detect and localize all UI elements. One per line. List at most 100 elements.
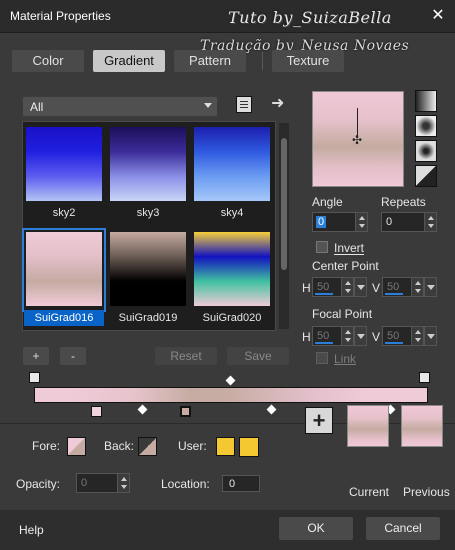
gradient-editor-bar[interactable] xyxy=(34,387,428,403)
user-label: User: xyxy=(178,439,207,453)
chevron-down-icon[interactable] xyxy=(424,326,437,346)
gallery-item-suigrad019[interactable]: SuiGrad019 xyxy=(108,230,188,324)
spin-arrows-icon[interactable] xyxy=(411,278,423,296)
help-button[interactable]: Help xyxy=(19,523,44,537)
arrow-right-icon[interactable]: ➜ xyxy=(271,93,284,113)
value-bar xyxy=(385,342,403,344)
gallery-item-label: sky2 xyxy=(52,207,76,219)
focal-h-value[interactable]: 50 xyxy=(317,330,329,342)
repeats-spinner[interactable]: 0 xyxy=(381,212,437,232)
angle-value[interactable]: 0 xyxy=(316,216,327,228)
opacity-value[interactable]: 0 xyxy=(81,477,87,489)
repeats-value[interactable]: 0 xyxy=(386,216,392,228)
tab-gradient[interactable]: Gradient xyxy=(93,50,165,72)
swatch xyxy=(110,232,186,306)
previous-swatch[interactable] xyxy=(401,405,443,447)
value-bar xyxy=(385,293,403,295)
save-button[interactable]: Save xyxy=(227,347,289,365)
scrollbar-thumb[interactable] xyxy=(281,138,287,270)
gallery-item-sky2[interactable]: sky2 xyxy=(24,125,104,219)
location-field[interactable]: 0 xyxy=(222,475,260,492)
angle-spinner[interactable]: 0 xyxy=(312,212,368,232)
watermark-author: Tuto by_SuizaBella xyxy=(228,8,392,27)
gallery-item-label: SuiGrad020 xyxy=(202,312,262,324)
center-v-spinner[interactable]: 50 xyxy=(382,277,437,297)
add-gradient-button[interactable]: + xyxy=(23,347,49,365)
spin-arrows-icon[interactable] xyxy=(411,327,423,345)
gallery-item-label: SuiGrad019 xyxy=(118,312,178,324)
spin-arrows-icon[interactable] xyxy=(117,474,129,492)
center-h-value[interactable]: 50 xyxy=(317,281,329,293)
spin-arrows-icon[interactable] xyxy=(424,213,436,231)
link-label: Link xyxy=(334,352,357,366)
swatch xyxy=(194,127,270,201)
current-swatch[interactable] xyxy=(347,405,389,447)
value-bar xyxy=(315,293,333,295)
add-to-swatches-button[interactable]: + xyxy=(305,407,333,434)
center-point-handle[interactable]: ✣ xyxy=(352,133,362,147)
center-point-label: Center Point xyxy=(312,259,379,273)
invert-checkbox[interactable] xyxy=(316,241,328,253)
color-stop-marker[interactable] xyxy=(91,406,102,417)
focal-h-label: H xyxy=(302,330,311,344)
opacity-stop-marker[interactable] xyxy=(419,372,430,383)
gallery-item-suigrad020[interactable]: SuiGrad020 xyxy=(192,230,272,324)
category-dropdown[interactable]: All xyxy=(22,96,218,117)
color-midpoint-marker[interactable] xyxy=(266,404,277,415)
chevron-down-icon xyxy=(204,103,212,108)
style-rectangular-button[interactable] xyxy=(415,115,437,137)
library-icon[interactable] xyxy=(236,96,252,113)
spin-arrows-icon[interactable] xyxy=(341,278,353,296)
invert-label: Invert xyxy=(334,241,365,255)
value-bar xyxy=(315,342,333,344)
tab-pattern[interactable]: Pattern xyxy=(174,50,246,72)
close-button[interactable]: ✕ xyxy=(427,6,449,26)
focal-v-spinner[interactable]: 50 xyxy=(382,326,437,346)
current-label: Current xyxy=(349,485,390,499)
color-stop-marker-selected[interactable] xyxy=(180,406,191,417)
gallery-item-label: SuiGrad016 xyxy=(24,310,104,326)
opacity-label: Opacity: xyxy=(16,477,61,491)
previous-label: Previous xyxy=(403,485,450,499)
fore-label: Fore: xyxy=(32,439,61,453)
gallery-item-label: sky3 xyxy=(136,207,160,219)
back-label: Back: xyxy=(104,439,135,453)
link-checkbox[interactable] xyxy=(316,352,328,364)
focal-h-spinner[interactable]: 50 xyxy=(312,326,367,346)
swatch xyxy=(26,127,102,201)
center-v-label: V xyxy=(372,281,381,295)
tab-texture[interactable]: Texture xyxy=(272,50,344,72)
gallery-item-sky4[interactable]: sky4 xyxy=(192,125,272,219)
reset-button[interactable]: Reset xyxy=(155,347,217,365)
focal-v-value[interactable]: 50 xyxy=(387,330,399,342)
style-linear-button[interactable] xyxy=(415,90,437,112)
opacity-spinner[interactable]: 0 xyxy=(76,473,130,493)
chevron-down-icon[interactable] xyxy=(354,277,367,297)
opacity-stop-marker[interactable] xyxy=(29,372,40,383)
gallery-item-suigrad016[interactable]: SuiGrad016 xyxy=(22,228,106,326)
spin-arrows-icon[interactable] xyxy=(355,213,367,231)
swatch xyxy=(26,232,102,306)
style-sunburst-button[interactable] xyxy=(415,165,437,187)
spin-arrows-icon[interactable] xyxy=(341,327,353,345)
location-value[interactable]: 0 xyxy=(229,478,235,490)
cancel-button[interactable]: Cancel xyxy=(366,517,440,540)
user-color-picker[interactable] xyxy=(239,437,259,457)
repeats-label: Repeats xyxy=(381,195,426,209)
chevron-down-icon[interactable] xyxy=(424,277,437,297)
ok-button[interactable]: OK xyxy=(279,517,353,540)
user-swatch[interactable] xyxy=(216,437,235,456)
location-label: Location: xyxy=(161,477,210,491)
center-v-value[interactable]: 50 xyxy=(387,281,399,293)
gallery-item-sky3[interactable]: sky3 xyxy=(108,125,188,219)
style-radial-button[interactable] xyxy=(415,140,437,162)
color-midpoint-marker[interactable] xyxy=(137,404,148,415)
opacity-midpoint-marker[interactable] xyxy=(225,375,236,386)
fore-swatch[interactable] xyxy=(67,437,86,456)
tab-color[interactable]: Color xyxy=(12,50,84,72)
center-h-spinner[interactable]: 50 xyxy=(312,277,367,297)
remove-gradient-button[interactable]: - xyxy=(60,347,86,365)
chevron-down-icon[interactable] xyxy=(354,326,367,346)
center-h-label: H xyxy=(302,281,311,295)
back-swatch[interactable] xyxy=(138,437,157,456)
